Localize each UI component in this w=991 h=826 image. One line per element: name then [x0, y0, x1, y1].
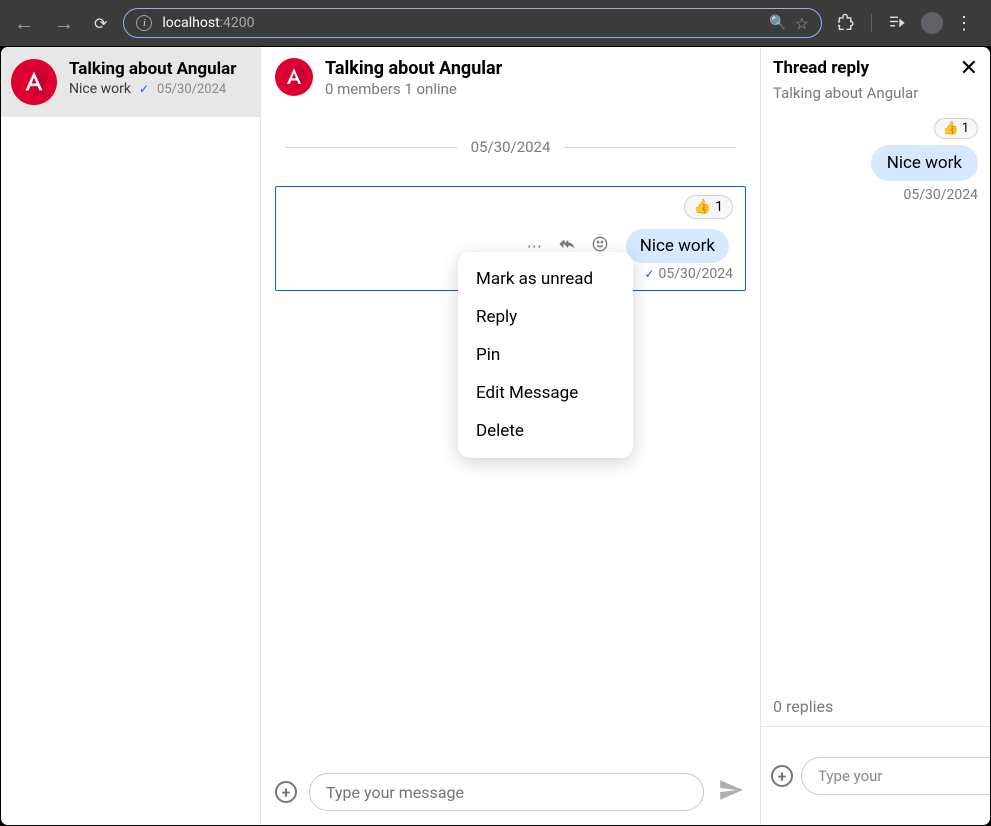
- url-text: localhost:4200: [162, 15, 759, 31]
- thumbs-up-icon: 👍: [694, 199, 711, 215]
- reaction-count: 1: [962, 121, 969, 136]
- channel-item[interactable]: Talking about Angular Nice work ✓ 05/30/…: [1, 47, 260, 117]
- chat-title: Talking about Angular: [325, 58, 746, 79]
- thread-composer: +: [761, 727, 990, 825]
- thread-reaction-pill[interactable]: 👍 1: [934, 118, 979, 139]
- context-pin[interactable]: Pin: [458, 336, 633, 374]
- channel-name: Talking about Angular: [69, 59, 250, 79]
- message-context-menu: Mark as unread Reply Pin Edit Message De…: [458, 252, 633, 458]
- chat-subtitle: 0 members 1 online: [325, 80, 746, 98]
- context-reply[interactable]: Reply: [458, 298, 633, 336]
- channel-list: Talking about Angular Nice work ✓ 05/30/…: [1, 47, 261, 825]
- chat-pane: Talking about Angular 0 members 1 online…: [261, 47, 761, 825]
- thread-subtitle: Talking about Angular: [761, 84, 990, 112]
- channel-date: 05/30/2024: [157, 82, 226, 97]
- attach-button[interactable]: +: [275, 781, 297, 803]
- message-text: Nice work: [626, 229, 729, 263]
- message-list: 05/30/2024 👍 1 ⋯ Nice work: [261, 108, 760, 761]
- thread-attach-button[interactable]: +: [771, 765, 793, 787]
- thread-panel: Thread reply ✕ Talking about Angular 👍 1…: [761, 47, 990, 825]
- address-bar[interactable]: i localhost:4200 🔍 ☆: [123, 8, 822, 38]
- browser-toolbar: ← → ⟳ i localhost:4200 🔍 ☆ ⋮: [0, 0, 991, 46]
- thread-replies-count: 0 replies: [761, 687, 990, 727]
- back-button[interactable]: ←: [10, 7, 38, 40]
- site-info-icon[interactable]: i: [136, 15, 152, 31]
- date-separator: 05/30/2024: [285, 138, 736, 156]
- delivered-check-icon: ✓: [644, 267, 654, 281]
- chat-app: Talking about Angular Nice work ✓ 05/30/…: [0, 46, 991, 826]
- close-thread-button[interactable]: ✕: [960, 58, 978, 80]
- thread-message-input[interactable]: [801, 757, 991, 795]
- context-delete[interactable]: Delete: [458, 412, 633, 450]
- bookmark-icon[interactable]: ☆: [795, 14, 809, 33]
- reaction-count: 1: [715, 199, 723, 215]
- angular-logo-icon: [275, 58, 313, 96]
- read-check-icon: ✓: [139, 82, 149, 96]
- extensions-icon[interactable]: [834, 9, 859, 38]
- context-edit[interactable]: Edit Message: [458, 374, 633, 412]
- message-composer: +: [261, 761, 760, 825]
- angular-logo-icon: [11, 59, 57, 105]
- thread-title: Thread reply: [773, 58, 869, 80]
- message[interactable]: 👍 1 ⋯ Nice work ✓ 05/30/2024: [275, 186, 746, 291]
- context-mark-unread[interactable]: Mark as unread: [458, 260, 633, 298]
- thread-timestamp: 05/30/2024: [773, 181, 978, 203]
- browser-menu-icon[interactable]: ⋮: [955, 13, 973, 34]
- send-button[interactable]: [716, 777, 746, 807]
- zoom-icon[interactable]: 🔍: [769, 15, 786, 31]
- thread-messages: 👍 1 Nice work 05/30/2024: [761, 112, 990, 687]
- thumbs-up-icon: 👍: [943, 121, 959, 136]
- profile-avatar[interactable]: [921, 12, 943, 34]
- message-timestamp: 05/30/2024: [659, 266, 734, 282]
- chat-header: Talking about Angular 0 members 1 online: [261, 47, 760, 108]
- reload-button[interactable]: ⟳: [90, 10, 111, 37]
- forward-button[interactable]: →: [50, 7, 78, 40]
- channel-preview: Nice work: [69, 81, 131, 97]
- message-input[interactable]: [309, 773, 704, 811]
- thread-parent-message: Nice work: [871, 145, 978, 181]
- reading-list-icon[interactable]: [884, 9, 909, 38]
- reaction-pill[interactable]: 👍 1: [684, 195, 733, 219]
